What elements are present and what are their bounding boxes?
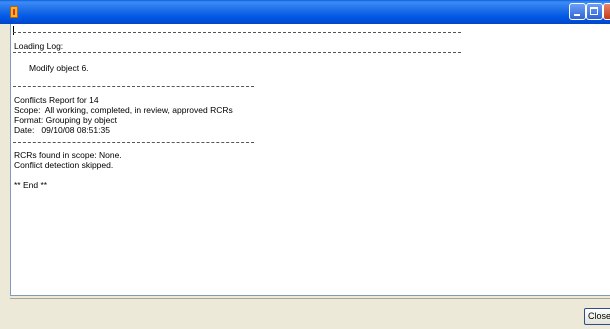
log-line-rcrs-found: RCRs found in scope: None.	[14, 150, 122, 160]
log-line-loading: Loading Log:	[14, 41, 64, 51]
maximize-icon[interactable]	[586, 3, 603, 20]
separator-line	[13, 52, 461, 53]
button-bar	[10, 298, 610, 329]
log-line-modify: Modify object 6.	[29, 63, 89, 73]
title-bar[interactable]	[0, 0, 610, 24]
separator-line	[13, 86, 254, 87]
separator-line	[13, 142, 254, 143]
minimize-icon[interactable]	[569, 3, 586, 20]
log-line-format: Format: Grouping by object	[14, 115, 117, 125]
log-line-date: Date: 09/10/08 08:51:35	[14, 125, 110, 135]
log-line-report-title: Conflicts Report for 14	[14, 95, 99, 105]
log-line-scope: Scope: All working, completed, in review…	[14, 105, 233, 115]
log-line-conflict-skipped: Conflict detection skipped.	[14, 160, 114, 170]
separator-line	[13, 32, 461, 33]
text-cursor	[13, 26, 14, 35]
close-button[interactable]: Close	[584, 308, 610, 325]
log-window: Loading Log: Modify object 6. Conflicts …	[0, 0, 610, 329]
close-icon[interactable]	[603, 3, 610, 20]
app-icon	[10, 6, 18, 18]
log-line-end: ** End **	[14, 180, 48, 190]
log-text-area[interactable]: Loading Log: Modify object 6. Conflicts …	[10, 24, 610, 296]
